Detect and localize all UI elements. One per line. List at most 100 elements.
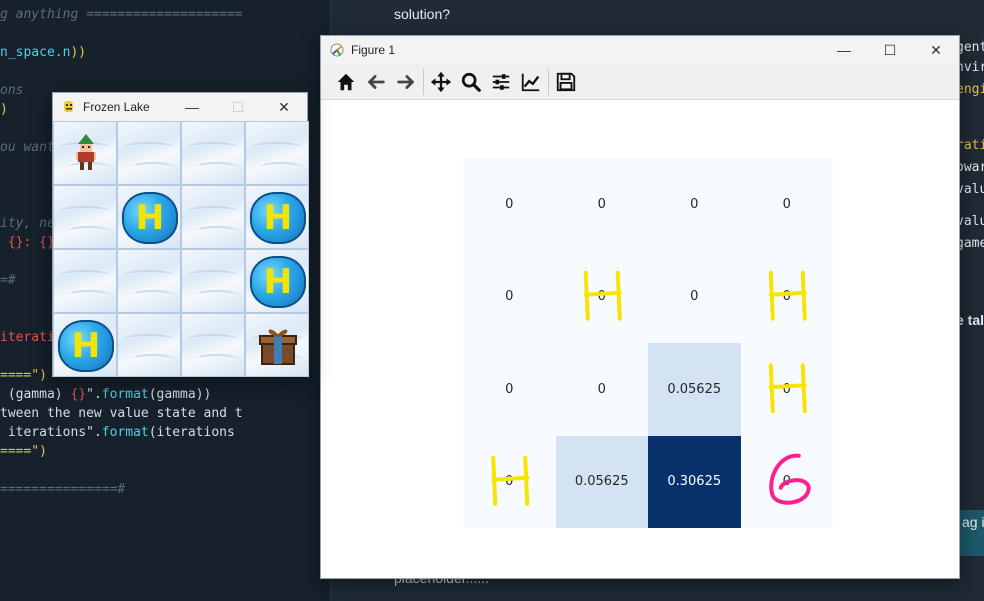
figure-titlebar[interactable]: Figure 1 — ☐ ✕ <box>321 36 959 64</box>
hole-mark: H <box>263 262 293 302</box>
code-token: {} <box>70 387 87 402</box>
code-line: ) <box>0 100 8 119</box>
zoom-icon[interactable] <box>456 67 486 97</box>
plot-canvas[interactable]: 0 0 0 0 0 0 0 0 0 0 0.05625 0 0 0.05625 0.30625 0 <box>321 100 959 578</box>
heatmap-cell: 0 <box>463 250 556 343</box>
value-heatmap: 0 0 0 0 0 0 0 0 0 0 0.05625 0 0 0.05625 0.30625 0 <box>463 158 833 528</box>
lake-titlebar[interactable]: Frozen Lake — ☐ ✕ <box>53 93 307 121</box>
frozen-lake-window[interactable]: Frozen Lake — ☐ ✕ HHHH <box>52 92 309 377</box>
heatmap-cell: 0.30625 <box>648 435 741 528</box>
heatmap-cell-label: 0 <box>597 196 606 212</box>
code-token: n_space.n <box>0 45 71 60</box>
close-button[interactable]: ✕ <box>261 93 307 121</box>
maximize-button[interactable]: ☐ <box>867 36 913 64</box>
heatmap-cell: 0 <box>648 250 741 343</box>
configure-subplots-icon[interactable] <box>486 67 516 97</box>
figure-window[interactable]: Figure 1 — ☐ ✕ 0 0 0 0 0 0 0 0 0 0 0.056… <box>320 35 960 579</box>
ice-swirl <box>124 270 174 280</box>
code-line: g anything ==================== <box>0 5 243 24</box>
code-token: tween the new value state and t <box>0 406 243 421</box>
maximize-button: ☐ <box>231 98 245 115</box>
code-token: ) <box>0 102 8 117</box>
hole-mark: H <box>263 198 293 238</box>
notebook-fragment: engi <box>956 82 984 97</box>
heatmap-cell-label: 0.05625 <box>667 381 722 397</box>
ice-swirl <box>196 226 238 236</box>
ice-swirl <box>60 270 110 280</box>
heatmap-cell: 0.05625 <box>555 435 648 528</box>
heatmap-cell-label: 0 <box>505 474 514 490</box>
hole-tile: H <box>53 313 117 377</box>
frozen-tile <box>53 249 117 313</box>
heatmap-cell: 0 <box>740 250 833 343</box>
minimize-button[interactable]: — <box>821 36 867 64</box>
save-icon[interactable] <box>551 67 581 97</box>
goal-tile <box>245 313 309 377</box>
hole-tile: H <box>245 185 309 249</box>
notebook-fragment: owar <box>956 160 984 175</box>
start-tile <box>53 121 117 185</box>
frozen-tile <box>117 121 181 185</box>
frozen-tile <box>245 121 309 185</box>
ice-swirl <box>132 162 174 172</box>
forward-arrow-icon[interactable] <box>391 67 421 97</box>
code-token: )) <box>70 45 87 60</box>
code-line: =# <box>0 271 16 290</box>
ice-swirl <box>124 334 174 344</box>
heatmap-cell: 0 <box>463 158 556 251</box>
ice-swirl <box>196 290 238 300</box>
code-line: (gamma) {}".format(gamma)) <box>0 385 212 404</box>
heatmap-cell-label: 0 <box>690 289 699 305</box>
elf-player-icon <box>76 134 96 170</box>
heatmap-cell: 0 <box>740 435 833 528</box>
heatmap-cell-label: 0 <box>782 196 791 212</box>
lake-grid: HHHH <box>53 121 309 377</box>
close-button[interactable]: ✕ <box>913 36 959 64</box>
matplotlib-logo-icon <box>329 42 345 58</box>
heatmap-cell-label: 0 <box>505 289 514 305</box>
back-arrow-icon[interactable] <box>361 67 391 97</box>
hole-mark: H <box>71 326 101 366</box>
toolbar-separator <box>548 68 549 95</box>
minimize-button[interactable]: — <box>169 93 215 121</box>
frozen-tile <box>181 249 245 313</box>
heatmap-cell-label: 0 <box>782 381 791 397</box>
frozen-tile <box>181 121 245 185</box>
heatmap-cell: 0 <box>463 435 556 528</box>
notebook-question: solution? <box>394 6 451 22</box>
code-token: format <box>101 387 149 402</box>
code-line: ity, ne <box>0 214 55 233</box>
notebook-fragment: valu <box>956 214 984 229</box>
heatmap-cell-label: 0 <box>782 474 791 490</box>
figure-title: Figure 1 <box>351 43 396 57</box>
heatmap-cell-label: 0 <box>597 289 606 305</box>
figure-toolbar <box>321 64 959 100</box>
frozen-tile <box>181 313 245 377</box>
edit-axis-icon[interactable] <box>516 67 546 97</box>
home-icon[interactable] <box>331 67 361 97</box>
code-line: {}: {} <box>0 233 55 252</box>
ice-swirl <box>132 354 174 364</box>
ice-swirl <box>188 142 238 152</box>
heatmap-cell: 0 <box>740 158 833 251</box>
frozen-tile <box>181 185 245 249</box>
hole-mark: H <box>135 198 165 238</box>
heatmap-cell: 0 <box>463 343 556 436</box>
gift-goal-icon <box>259 329 297 365</box>
code-line: ou want <box>0 138 55 157</box>
ice-swirl <box>196 354 238 364</box>
ice-swirl <box>124 142 174 152</box>
heatmap-cell: 0.05625 <box>648 343 741 436</box>
ice-swirl <box>68 226 110 236</box>
move-icon[interactable] <box>426 67 456 97</box>
code-token: ou want <box>0 140 55 155</box>
code-token: =# <box>0 273 16 288</box>
notebook-fragment: e tal <box>956 312 984 328</box>
code-token: (gamma) <box>0 387 71 402</box>
ice-swirl <box>196 162 238 172</box>
heatmap-cell: 0 <box>648 158 741 251</box>
heatmap-cell-label: 0.05625 <box>574 474 629 490</box>
code-token: iterations". <box>0 425 102 440</box>
hole-tile: H <box>117 185 181 249</box>
notebook-fragment: value <box>956 182 984 197</box>
